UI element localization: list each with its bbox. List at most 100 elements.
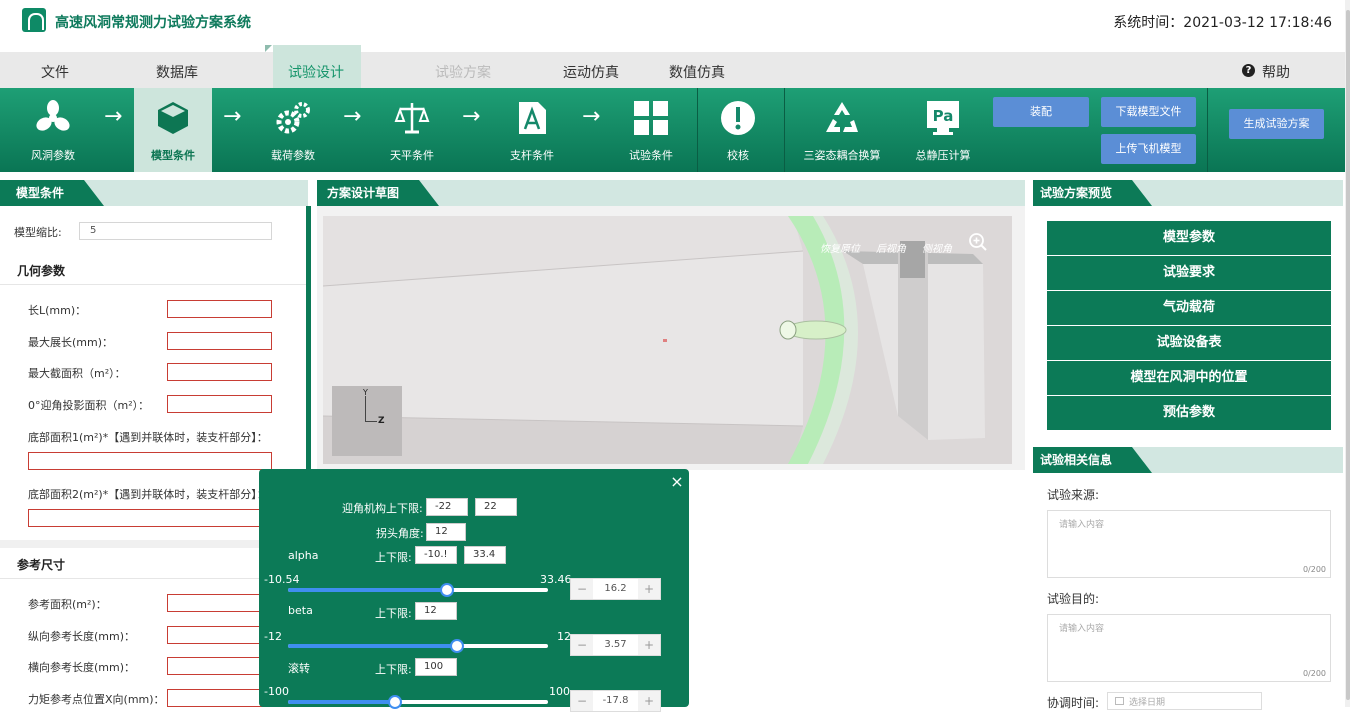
arrow-right-icon: → <box>343 104 362 129</box>
preview-equipment-table[interactable]: 试验设备表 <box>1047 326 1331 360</box>
pa-icon: Pa <box>925 100 961 136</box>
head-angle-input[interactable]: 12 <box>426 523 466 541</box>
purpose-textarea[interactable]: 请输入内容 0/200 <box>1047 614 1331 682</box>
aoa-max-input[interactable]: 22 <box>475 498 517 516</box>
menu-active-corner <box>265 45 272 52</box>
page-scrollbar[interactable] <box>1346 10 1350 700</box>
generate-plan-button[interactable]: 生成试验方案 <box>1229 109 1324 139</box>
preview-estimated-params[interactable]: 预估参数 <box>1047 396 1331 430</box>
base-area2-input[interactable] <box>28 509 272 527</box>
beta-value[interactable]: 3.57 <box>593 635 638 655</box>
close-icon[interactable]: × <box>669 473 685 491</box>
max-section-area-input[interactable] <box>167 363 272 381</box>
menu-item-database[interactable]: 数据库 <box>156 62 198 82</box>
moment-ref-x-input[interactable] <box>167 689 272 707</box>
beta-stepper[interactable]: − 3.57 + <box>570 634 661 656</box>
toolbar-total-static-pressure[interactable]: Pa 总静压计算 <box>906 88 980 172</box>
beta-slider[interactable] <box>288 639 548 653</box>
long-ref-length-input[interactable] <box>167 626 272 644</box>
menu-item-numeric-sim[interactable]: 数值仿真 <box>669 62 725 82</box>
beta-slider-handle[interactable] <box>450 639 464 653</box>
preview-model-params[interactable]: 模型参数 <box>1047 221 1331 255</box>
source-textarea[interactable]: 请输入内容 0/200 <box>1047 510 1331 578</box>
roll-limit-input[interactable]: 100 <box>415 658 457 676</box>
alpha-value[interactable]: 16.2 <box>593 579 638 599</box>
roll-decrement-button[interactable]: − <box>571 691 593 711</box>
preview-aero-loads[interactable]: 气动载荷 <box>1047 291 1331 325</box>
alpha-slider-handle[interactable] <box>439 583 454 597</box>
left-panel-header: 模型条件 <box>0 180 308 206</box>
alpha-max-input[interactable]: 33.4 <box>464 546 506 564</box>
side-view-link[interactable]: 侧视角 <box>922 240 952 255</box>
grid-icon <box>633 100 669 136</box>
arrow-right-icon: → <box>104 104 123 129</box>
date-placeholder: 选择日期 <box>1129 698 1166 708</box>
alpha-stepper[interactable]: − 16.2 + <box>570 578 661 600</box>
projected-area-input[interactable] <box>167 395 272 413</box>
alpha-increment-button[interactable]: + <box>638 579 660 599</box>
geometry-section-title: 几何参数 <box>17 264 66 278</box>
center-panel-header: 方案设计草图 <box>317 180 1025 206</box>
sketch-viewport[interactable]: Y Z <box>323 216 1012 464</box>
axis-y-label: Y <box>363 388 368 397</box>
toolbar-balance-conditions[interactable]: 天平条件 <box>377 88 447 172</box>
toolbar-model-conditions[interactable]: 模型条件 <box>134 88 212 172</box>
roll-value[interactable]: -17.8 <box>593 691 638 711</box>
alpha-min-input[interactable]: -10.! <box>415 546 457 564</box>
app-logo-icon <box>22 8 46 32</box>
purpose-char-count: 0/200 <box>1302 669 1326 678</box>
toolbar-divider <box>1207 88 1208 172</box>
menu-item-motion-sim[interactable]: 运动仿真 <box>563 62 619 82</box>
preview-model-position[interactable]: 模型在风洞中的位置 <box>1047 361 1331 395</box>
roll-stepper[interactable]: − -17.8 + <box>570 690 661 712</box>
toolbar-test-conditions[interactable]: 试验条件 <box>616 88 686 172</box>
toolbar-check[interactable]: 校核 <box>703 88 773 172</box>
toolbar-wind-tunnel-params[interactable]: 风洞参数 <box>16 88 90 172</box>
roll-min-value: -100 <box>264 685 289 698</box>
toolbar-load-params[interactable]: 载荷参数 <box>258 88 328 172</box>
axis-gizmo: Y Z <box>332 386 402 456</box>
help-link[interactable]: 帮助 <box>1262 62 1290 82</box>
toolbar-divider <box>697 88 698 172</box>
toolbar-label: 模型条件 <box>151 149 195 162</box>
roll-increment-button[interactable]: + <box>638 691 660 711</box>
menu-item-test-plan: 试验方案 <box>435 65 491 81</box>
max-section-area-label: 最大截面积（m²）： <box>28 367 126 380</box>
beta-limit-input[interactable]: 12 <box>415 602 457 620</box>
toolbar-label: 总静压计算 <box>915 149 971 162</box>
ref-area-input[interactable] <box>167 594 272 612</box>
toolbar-three-attitude-coupling[interactable]: 三姿态耦合换算 <box>796 88 888 172</box>
left-panel-title: 模型条件 <box>0 180 105 206</box>
beta-increment-button[interactable]: + <box>638 635 660 655</box>
toolbar-label: 风洞参数 <box>31 149 75 162</box>
alpha-slider-fill <box>288 588 447 592</box>
roll-label: 滚转 <box>288 662 310 675</box>
toolbar-strut-conditions[interactable]: 支杆条件 <box>497 88 567 172</box>
base-area1-input[interactable] <box>28 452 272 470</box>
divider <box>0 284 306 285</box>
arrow-right-icon: → <box>582 104 601 129</box>
zoom-in-icon[interactable] <box>968 232 988 252</box>
assemble-button[interactable]: 装配 <box>993 97 1089 127</box>
alpha-min-value: -10.54 <box>264 573 300 586</box>
scale-input[interactable]: 5 <box>79 222 272 240</box>
rear-view-link[interactable]: 后视角 <box>876 240 906 255</box>
beta-decrement-button[interactable]: − <box>571 635 593 655</box>
roll-slider[interactable] <box>288 695 548 709</box>
alpha-decrement-button[interactable]: − <box>571 579 593 599</box>
alpha-slider[interactable] <box>288 583 548 597</box>
help-icon[interactable]: ? <box>1242 64 1255 77</box>
upload-aircraft-button[interactable]: 上传飞机模型 <box>1101 134 1196 164</box>
menu-item-test-design[interactable]: 试验设计 <box>288 62 344 82</box>
beta-max-value: 12 <box>557 630 571 643</box>
date-picker[interactable]: 选择日期 <box>1107 692 1262 710</box>
menu-item-file[interactable]: 文件 <box>41 62 69 82</box>
preview-test-requirements[interactable]: 试验要求 <box>1047 256 1331 290</box>
aoa-min-input[interactable]: -22 <box>426 498 468 516</box>
length-input[interactable] <box>167 300 272 318</box>
lat-ref-length-input[interactable] <box>167 657 272 675</box>
reset-view-link[interactable]: 恢复原位 <box>820 240 860 255</box>
max-span-input[interactable] <box>167 332 272 350</box>
download-model-button[interactable]: 下载模型文件 <box>1101 97 1196 127</box>
gears-icon <box>275 100 311 136</box>
